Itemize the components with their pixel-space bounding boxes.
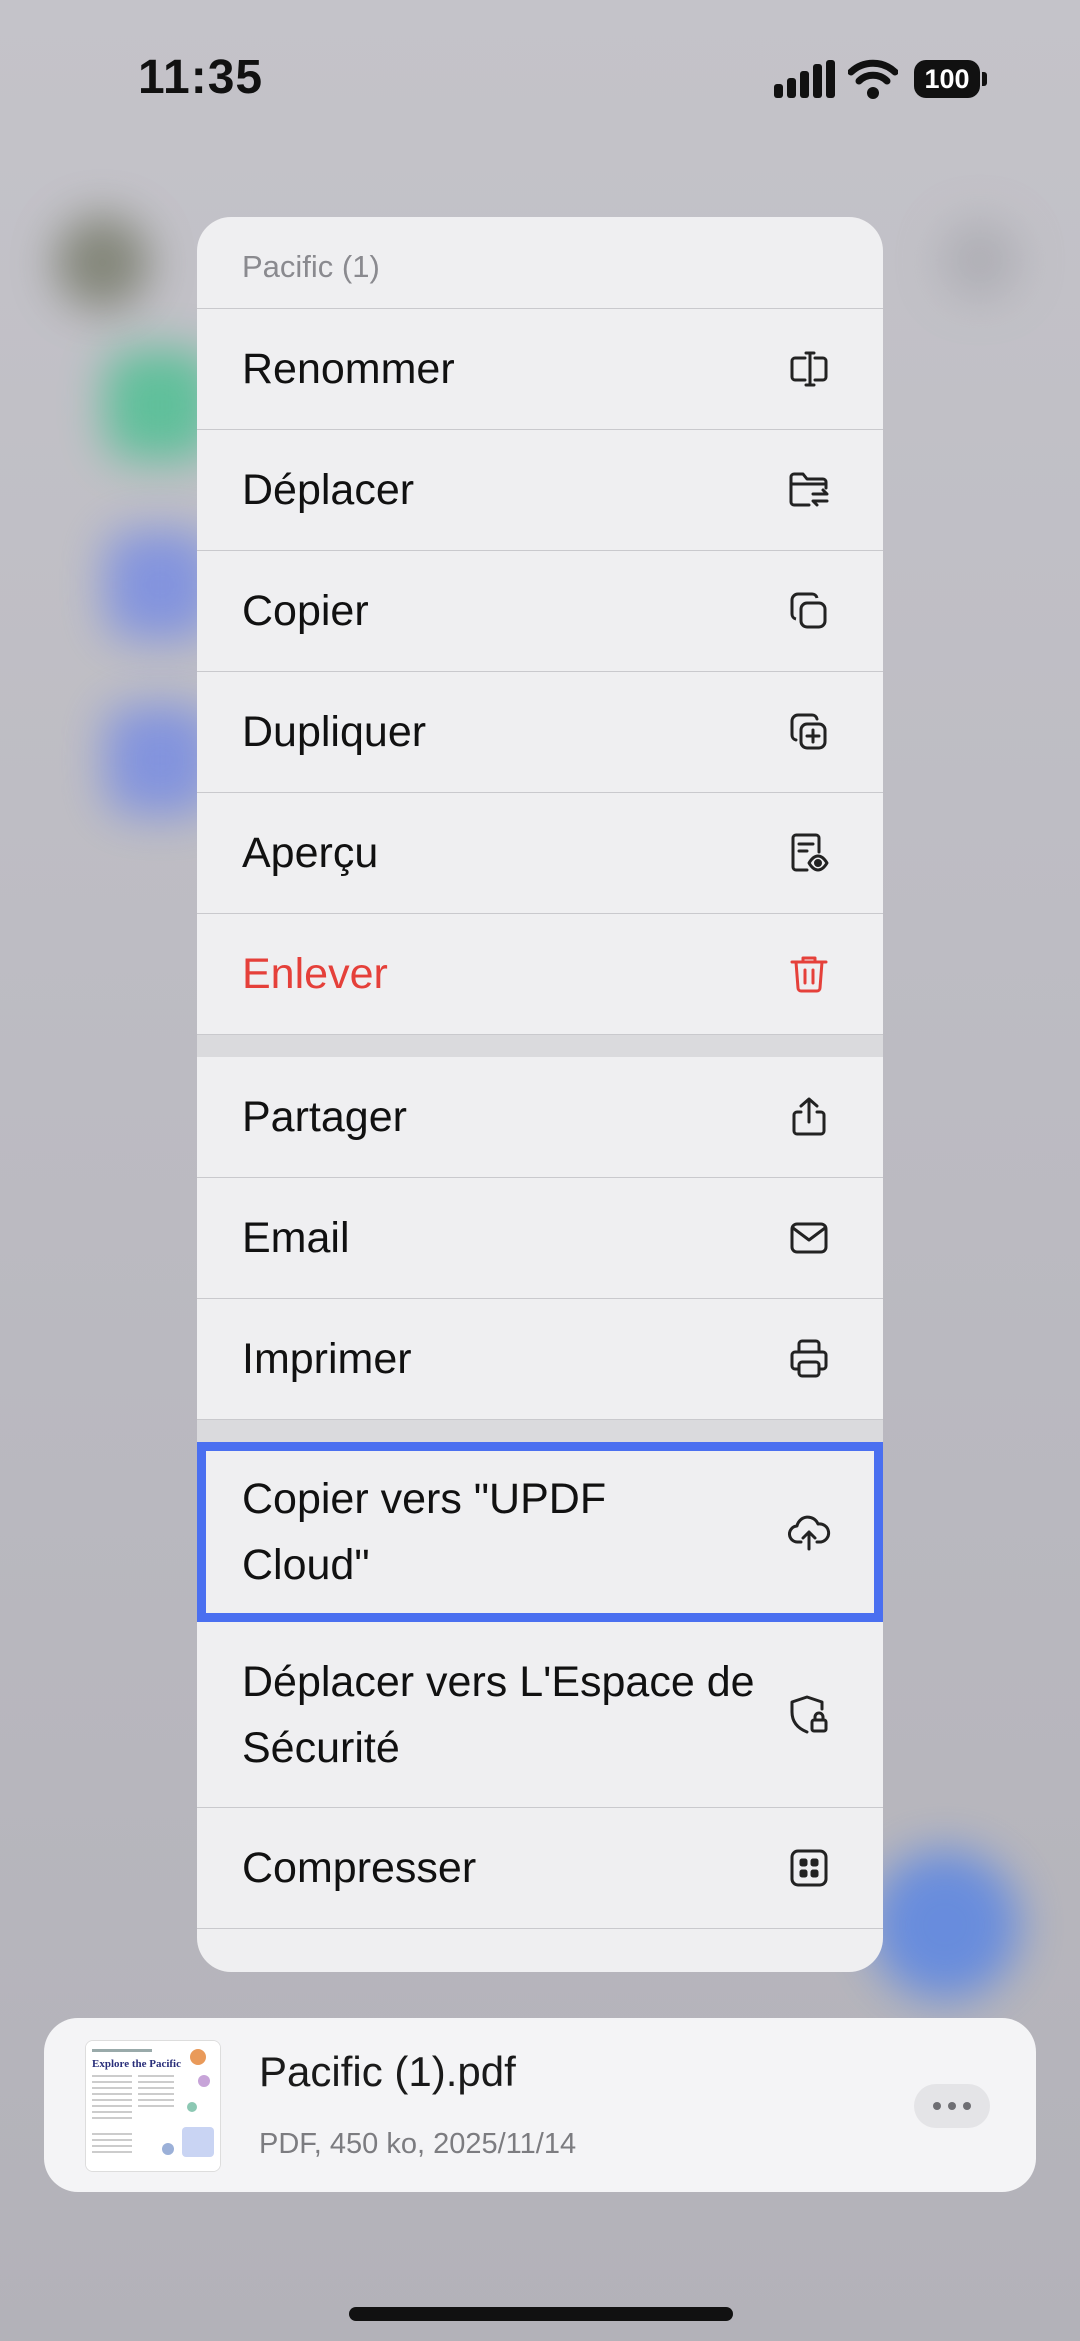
menu-item-label: Enlever <box>242 950 388 998</box>
menu-item-print[interactable]: Imprimer <box>197 1299 883 1420</box>
file-name: Pacific (1).pdf <box>259 2048 516 2095</box>
menu-item-copy-to-cloud[interactable]: Copier vers "UPDF Cloud" <box>197 1442 883 1622</box>
printer-icon <box>790 1339 828 1378</box>
dot-icon <box>963 2102 971 2110</box>
menu-item-label: Copier <box>242 587 369 635</box>
menu-item-label: Email <box>242 1214 350 1262</box>
menu-separator <box>197 1420 883 1442</box>
file-meta: PDF, 450 ko, 2025/11/14 <box>259 2128 577 2160</box>
rename-icon <box>790 351 828 387</box>
menu-item-label: Renommer <box>242 345 455 393</box>
menu-item-label: Déplacer vers L'Espace de Sécurité <box>242 1657 755 1772</box>
menu-item-move-to-security-space[interactable]: Déplacer vers L'Espace de Sécurité <box>197 1622 883 1808</box>
trash-icon <box>790 956 828 993</box>
menu-item-duplicate[interactable]: Dupliquer <box>197 672 883 793</box>
copy-icon <box>790 592 827 629</box>
cloud-upload-icon <box>788 1515 831 1550</box>
share-icon <box>792 1097 826 1136</box>
menu-item-label: Partager <box>242 1093 407 1141</box>
menu-title: Pacific (1) <box>197 217 883 309</box>
menu-item-label: Dupliquer <box>242 708 427 756</box>
file-thumbnail: Explore the Pacific <box>85 2040 221 2172</box>
menu-item-move[interactable]: Déplacer <box>197 430 883 551</box>
menu-item-copy[interactable]: Copier <box>197 551 883 672</box>
folder-move-icon <box>789 472 829 507</box>
shield-lock-icon <box>790 1695 828 1733</box>
menu-item-share[interactable]: Partager <box>197 1057 883 1178</box>
menu-item-label: Déplacer <box>242 466 415 514</box>
menu-item-preview[interactable]: Aperçu <box>197 793 883 914</box>
menu-item-remove[interactable]: Enlever <box>197 914 883 1035</box>
mail-icon <box>790 1222 828 1254</box>
menu-item-label: Aperçu <box>242 829 379 877</box>
preview-icon <box>791 833 829 872</box>
context-menu: Pacific (1) Renommer Déplacer Copier Dup… <box>197 217 883 1972</box>
dot-icon <box>933 2102 941 2110</box>
cellular-signal-icon <box>774 60 835 98</box>
menu-item-compress[interactable]: Compresser <box>197 1808 883 1929</box>
status-time: 11:35 <box>138 51 264 104</box>
menu-item-label: Compresser <box>242 1844 477 1892</box>
menu-item-rename[interactable]: Renommer <box>197 309 883 430</box>
menu-item-email[interactable]: Email <box>197 1178 883 1299</box>
thumbnail-title: Explore the Pacific <box>92 2058 181 2070</box>
home-indicator[interactable] <box>349 2307 733 2321</box>
compress-icon <box>790 1849 828 1887</box>
battery-indicator: 100 <box>914 60 988 98</box>
menu-separator <box>197 1035 883 1057</box>
wifi-icon <box>848 59 898 99</box>
more-options-button[interactable] <box>914 2084 990 2128</box>
duplicate-icon <box>790 713 827 750</box>
menu-item-label: Imprimer <box>242 1335 412 1383</box>
menu-item-label: Copier vers "UPDF Cloud" <box>242 1474 607 1589</box>
status-bar: 11:35 100 <box>0 0 1080 160</box>
file-card[interactable]: Explore the Pacific Pacific (1).pdf PDF,… <box>44 2018 1036 2192</box>
dot-icon <box>948 2102 956 2110</box>
